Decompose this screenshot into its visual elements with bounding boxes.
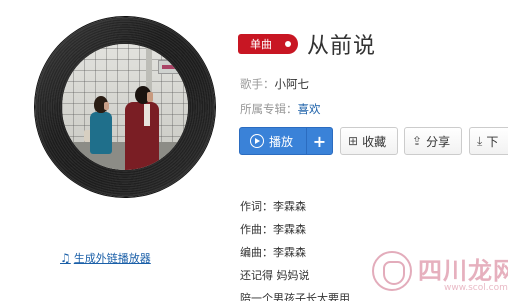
- share-icon: ⇪: [412, 134, 423, 148]
- play-button[interactable]: 播放: [240, 128, 306, 154]
- lyric-line: 还记得 妈妈说: [240, 269, 310, 282]
- share-button[interactable]: ⇪ 分享: [404, 127, 462, 155]
- lyricist-credit: 作词：李霖森: [240, 200, 306, 213]
- generate-player-link[interactable]: ♫ 生成外链播放器: [60, 250, 151, 266]
- single-badge-label: 单曲: [250, 38, 272, 51]
- cover-sign: [158, 60, 188, 74]
- collect-icon: ⊞: [348, 134, 359, 148]
- artist-label: 歌手：: [240, 77, 275, 91]
- artist-link[interactable]: 小阿七: [275, 77, 310, 91]
- song-page: ♫ 生成外链播放器 单曲 从前说 歌手：小阿七 所属专辑：喜欢 播放 + ⊞ 收…: [0, 0, 508, 301]
- play-label: 播放: [269, 134, 294, 149]
- cover-man-shirt: [144, 104, 150, 126]
- play-button-group: 播放 +: [239, 127, 333, 155]
- cover-man-face: [147, 92, 153, 102]
- album-row: 所属专辑：喜欢: [240, 101, 321, 117]
- music-note-icon: ♫: [60, 251, 71, 265]
- watermark-text: 四川龙网: [418, 257, 508, 285]
- cover-girl-body: [90, 112, 112, 154]
- single-badge: 单曲: [238, 34, 298, 54]
- add-to-playlist-button[interactable]: +: [306, 128, 332, 154]
- download-icon: ⤓: [477, 133, 483, 148]
- player-link-label: 生成外链播放器: [73, 252, 151, 265]
- download-label: 下: [486, 134, 499, 149]
- watermark-emblem-icon: [372, 251, 412, 291]
- composer-credit: 作曲：李霖森: [240, 223, 306, 236]
- collect-button[interactable]: ⊞ 收藏: [340, 127, 398, 155]
- play-icon: [250, 134, 264, 148]
- artist-row: 歌手：小阿七: [240, 76, 309, 92]
- song-title: 从前说: [307, 34, 377, 59]
- cover-man-body: [125, 102, 159, 170]
- album-link[interactable]: 喜欢: [298, 102, 321, 116]
- album-label: 所属专辑：: [240, 102, 298, 116]
- share-label: 分享: [426, 134, 451, 149]
- lyric-line: 陪一个男孩子长大要用: [240, 292, 350, 301]
- download-button[interactable]: ⤓ 下: [469, 127, 508, 155]
- watermark-logo: 四川龙网 www.scol.com.cn: [368, 247, 508, 301]
- watermark-url: www.scol.com.cn: [444, 283, 508, 293]
- collect-label: 收藏: [362, 134, 387, 149]
- album-cover[interactable]: [62, 44, 188, 170]
- badge-dot-icon: [285, 41, 291, 47]
- vinyl-record: [35, 17, 215, 197]
- cover-girl-face: [104, 102, 109, 110]
- arranger-credit: 编曲：李霖森: [240, 246, 306, 259]
